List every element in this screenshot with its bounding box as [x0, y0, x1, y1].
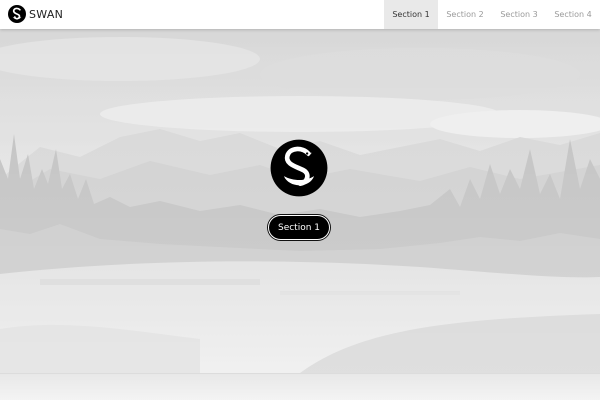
hero-section-button[interactable]: Section 1: [268, 215, 330, 240]
swan-logo-icon: [8, 5, 26, 23]
brand[interactable]: SWAN: [8, 5, 63, 23]
page: SWAN Section 1 Section 2 Section 3 Secti…: [0, 0, 600, 400]
nav-item-section-1[interactable]: Section 1: [384, 0, 438, 29]
nav-menu: Section 1 Section 2 Section 3 Section 4: [384, 0, 600, 29]
top-navbar: SWAN Section 1 Section 2 Section 3 Secti…: [0, 0, 600, 29]
hero-section: Section 1: [0, 29, 600, 373]
nav-item-section-3[interactable]: Section 3: [492, 0, 546, 29]
next-section-edge: [0, 373, 600, 400]
nav-item-section-4[interactable]: Section 4: [546, 0, 600, 29]
swan-logo-icon: [270, 139, 328, 197]
hero-background-image: [0, 29, 600, 373]
brand-name: SWAN: [29, 7, 64, 21]
nav-item-section-2[interactable]: Section 2: [438, 0, 492, 29]
